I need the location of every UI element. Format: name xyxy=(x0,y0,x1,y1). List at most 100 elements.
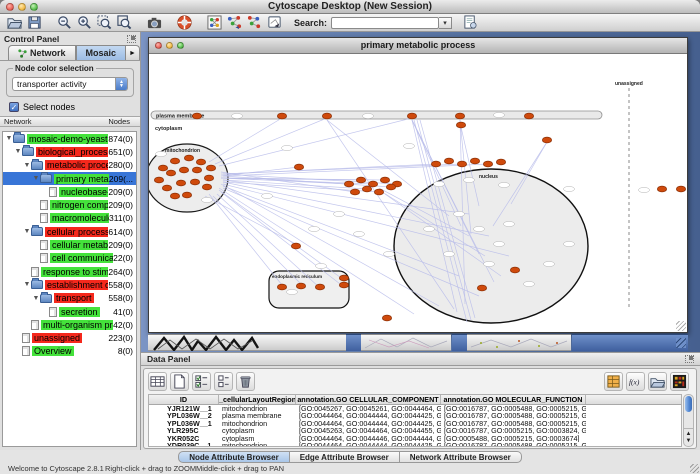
tree-row-label[interactable]: metabolic process xyxy=(45,160,108,170)
tree-row-label[interactable]: cellular metabo xyxy=(50,240,108,250)
tree-row[interactable]: nitrogen compo209(0) xyxy=(3,198,136,211)
network-node[interactable] xyxy=(184,155,193,161)
network-node[interactable] xyxy=(202,184,211,190)
background-window-titlebar[interactable] xyxy=(572,334,688,351)
table-cell[interactable]: YPL036W__1 xyxy=(149,420,219,427)
tree-row[interactable]: ▼biological_process651(0) xyxy=(3,145,136,158)
network-node[interactable] xyxy=(350,189,359,195)
tree-row[interactable]: ▼primary metabol209(... xyxy=(3,172,136,185)
table-cell[interactable]: [GO:0044464, GO:0044444, GO:0044425, G..… xyxy=(296,442,441,447)
network-node[interactable] xyxy=(477,285,486,291)
network-node[interactable] xyxy=(182,192,191,198)
tree-row[interactable]: unassigned223(0) xyxy=(3,331,136,344)
network-node[interactable] xyxy=(362,186,371,192)
table-row[interactable]: YDR039C__1mitochondrion[GO:0044464, GO:0… xyxy=(149,442,681,447)
network-node[interactable] xyxy=(542,137,551,143)
network-edge[interactable] xyxy=(219,118,412,166)
network-node[interactable] xyxy=(382,315,391,321)
table-cell[interactable]: YJR121W__1 xyxy=(149,405,219,412)
network-node[interactable] xyxy=(296,283,305,289)
tree-row-label[interactable]: cellular process xyxy=(45,227,108,237)
scrollbar-arrows[interactable]: ▲▼ xyxy=(684,428,693,446)
network-node[interactable] xyxy=(657,186,666,192)
table-cell[interactable]: mitochondrion xyxy=(219,405,296,412)
network-node[interactable] xyxy=(339,282,348,288)
network-node[interactable] xyxy=(190,179,199,185)
tab-network-attribute-browser[interactable]: Network Attribute Browser xyxy=(400,451,522,463)
network-node[interactable] xyxy=(456,122,465,128)
select-nodes-checkbox[interactable]: ✓ xyxy=(9,102,19,112)
network-window-resize-grip[interactable] xyxy=(676,321,686,331)
network-canvas[interactable]: plasma membranecytoplasmmitochondrionnuc… xyxy=(149,54,687,332)
expand-triangle-icon[interactable]: ▼ xyxy=(23,228,31,235)
table-row[interactable]: YKR052Ccytoplasm[GO:0044464, GO:0044446,… xyxy=(149,435,681,442)
tab-overflow-arrow-icon[interactable]: ► xyxy=(126,45,140,60)
snapshot-icon[interactable] xyxy=(146,15,163,31)
unselect-attributes-icon[interactable] xyxy=(214,372,233,391)
network-node[interactable] xyxy=(386,184,395,190)
network-node[interactable] xyxy=(322,113,331,119)
table-cell[interactable]: YLR295C xyxy=(149,427,219,434)
expand-triangle-icon[interactable]: ▼ xyxy=(32,295,40,302)
tab-node-attribute-browser[interactable]: Node Attribute Browser xyxy=(178,451,290,463)
tree-row-label[interactable]: Overview xyxy=(32,346,74,356)
network-node[interactable] xyxy=(277,113,286,119)
import-attributes-icon[interactable] xyxy=(648,372,667,391)
table-cell[interactable]: [GO:0005488, GO:0005215, GO:0003674] xyxy=(441,435,586,442)
network-node[interactable] xyxy=(166,170,175,176)
tree-row-label[interactable]: establishment of lo xyxy=(45,280,108,290)
network-node[interactable] xyxy=(380,177,389,183)
network-node[interactable] xyxy=(455,113,464,119)
search-options-icon[interactable] xyxy=(462,15,479,31)
float-data-panel-icon[interactable] xyxy=(685,355,694,363)
background-window-titlebar[interactable] xyxy=(452,334,467,351)
network-node[interactable] xyxy=(407,113,416,119)
table-cell[interactable]: [GO:0016787, GO:0005488, GO:0005215, G..… xyxy=(441,420,586,427)
expand-triangle-icon[interactable]: ▼ xyxy=(23,281,31,288)
network-node[interactable] xyxy=(368,181,377,187)
network-node[interactable] xyxy=(196,159,205,165)
tree-row-label[interactable]: cell communicat xyxy=(50,253,113,263)
table-cell[interactable]: [GO:0044464, GO:0044444, GO:0044425, G..… xyxy=(296,420,441,427)
table-cell[interactable]: [GO:0016787, GO:0005488, GO:0005215, G..… xyxy=(441,442,586,447)
help-icon[interactable] xyxy=(176,15,193,31)
app-resize-grip[interactable] xyxy=(690,464,699,473)
table-scrollbar[interactable]: ▲▼ xyxy=(683,394,694,447)
network-node[interactable] xyxy=(339,275,348,281)
annotation-icon[interactable] xyxy=(266,15,283,31)
network-node[interactable] xyxy=(524,113,533,119)
network-node[interactable] xyxy=(676,186,685,192)
import-network-icon[interactable] xyxy=(226,15,243,31)
table-row[interactable]: YPL036W__1mitochondrion[GO:0044464, GO:0… xyxy=(149,420,681,427)
tree-row[interactable]: Overview8(0) xyxy=(3,345,136,358)
table-cell[interactable]: YDR039C__1 xyxy=(149,442,219,447)
background-window-fragment[interactable] xyxy=(361,334,451,351)
table-cell[interactable]: cytoplasm xyxy=(219,427,296,434)
tree-row-label[interactable]: macromolecule xyxy=(50,213,109,223)
network-node[interactable] xyxy=(192,113,201,119)
table-cell[interactable]: [GO:0045263, GO:0044464, GO:0044455, G..… xyxy=(296,427,441,434)
tree-row-label[interactable]: multi-organism pro xyxy=(41,320,113,330)
tree-row[interactable]: ▼mosaic-demo-yeast874(0) xyxy=(3,132,136,145)
network-node[interactable] xyxy=(162,185,171,191)
table-cell[interactable]: [GO:0016787, GO:0005488, GO:0005215, G..… xyxy=(441,412,586,419)
background-window-titlebar[interactable] xyxy=(346,334,361,351)
table-cell[interactable]: [GO:0044464, GO:0044446, GO:0044444, G..… xyxy=(296,435,441,442)
network-node[interactable] xyxy=(154,177,163,183)
search-dropdown-icon[interactable]: ▾ xyxy=(439,17,452,29)
tree-row[interactable]: cellular metabo209(0) xyxy=(3,238,136,251)
network-edge[interactable] xyxy=(205,196,296,244)
network-node[interactable] xyxy=(294,164,303,170)
tree-row-label[interactable]: transport xyxy=(54,293,94,303)
tree-row[interactable]: ▼cellular process614(0) xyxy=(3,225,136,238)
tab-mosaic[interactable]: Mosaic xyxy=(76,45,127,60)
table-row[interactable]: YJR121W__1mitochondrion[GO:0045267, GO:0… xyxy=(149,405,681,412)
network-edge[interactable] xyxy=(217,194,320,288)
select-attributes-icon[interactable] xyxy=(192,372,211,391)
table-cell[interactable]: [GO:0045267, GO:0045261, GO:0044464, G..… xyxy=(296,405,441,412)
table-row[interactable]: YLR295Ccytoplasm[GO:0045263, GO:0044464,… xyxy=(149,427,681,434)
network-node[interactable] xyxy=(374,189,383,195)
column-grid-icon[interactable] xyxy=(148,372,167,391)
tree-row-label[interactable]: secretion xyxy=(59,307,100,317)
network-node[interactable] xyxy=(277,284,286,290)
